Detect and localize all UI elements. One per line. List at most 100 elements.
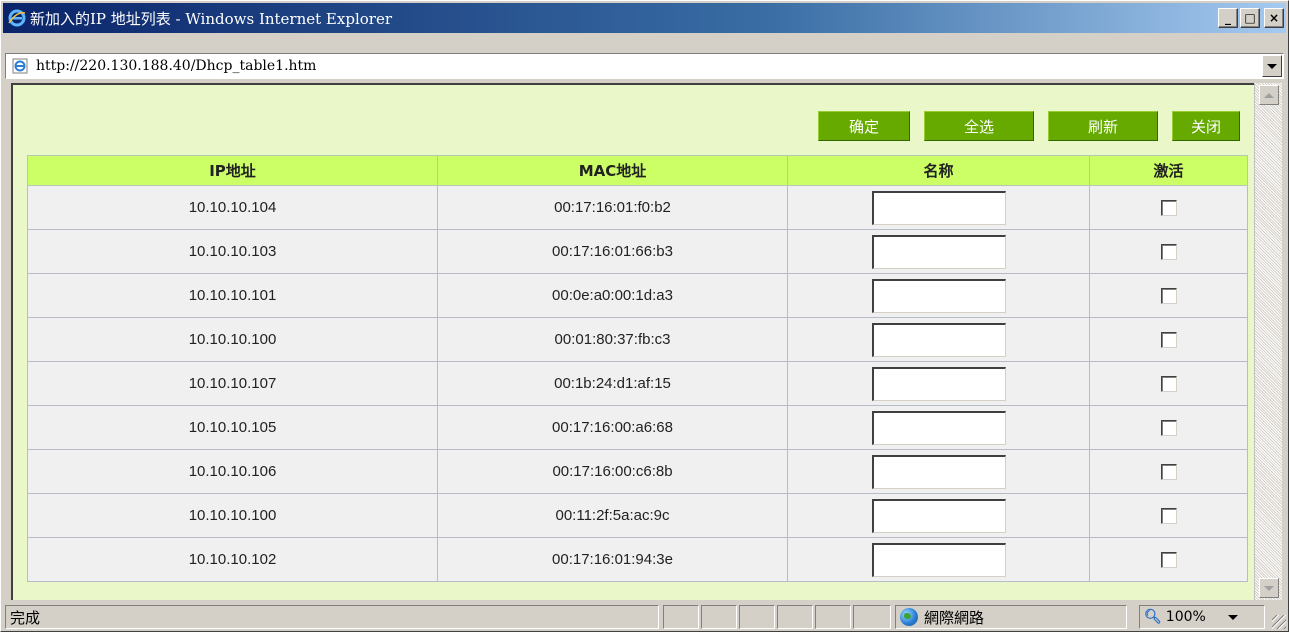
ip-cell: 10.10.10.104	[27, 185, 438, 230]
title-bar[interactable]: 新加入的IP 地址列表 - Windows Internet Explorer …	[3, 3, 1286, 33]
status-pane	[739, 605, 775, 629]
security-zone[interactable]: 網際網路	[895, 605, 1127, 629]
active-checkbox[interactable]	[1160, 200, 1177, 217]
mac-cell: 00:17:16:01:94:3e	[437, 537, 788, 582]
name-cell	[787, 273, 1090, 318]
active-checkbox[interactable]	[1160, 552, 1177, 569]
maximize-button[interactable]: □	[1240, 8, 1260, 28]
close-window-button[interactable]: ×	[1264, 8, 1284, 28]
active-cell	[1089, 493, 1248, 538]
name-cell	[787, 361, 1090, 406]
maximize-icon: □	[1244, 11, 1256, 25]
globe-icon	[900, 608, 918, 626]
resize-grip[interactable]	[1272, 615, 1286, 629]
active-cell	[1089, 229, 1248, 274]
mac-cell: 00:17:16:01:f0:b2	[437, 185, 788, 230]
ip-cell: 10.10.10.105	[27, 405, 438, 450]
ip-cell: 10.10.10.100	[27, 493, 438, 538]
mac-cell: 00:01:80:37:fb:c3	[437, 317, 788, 362]
name-cell	[787, 405, 1090, 450]
url-text[interactable]: http://220.130.188.40/Dhcp_table1.htm	[36, 58, 316, 74]
minimize-icon: _	[1225, 11, 1231, 25]
status-pane	[701, 605, 737, 629]
confirm-button[interactable]: 确定	[818, 111, 910, 141]
active-checkbox[interactable]	[1160, 376, 1177, 393]
window-title: 新加入的IP 地址列表 - Windows Internet Explorer	[30, 9, 392, 28]
header-name: 名称	[787, 155, 1090, 186]
ip-cell: 10.10.10.102	[27, 537, 438, 582]
name-input[interactable]	[871, 498, 1006, 533]
name-input[interactable]	[871, 542, 1006, 577]
ip-cell: 10.10.10.100	[27, 317, 438, 362]
status-text: 完成	[5, 605, 659, 629]
dhcp-table: IP地址 MAC地址 名称 激活 10.10.10.104 00:17:16:0…	[27, 155, 1248, 582]
mac-cell: 00:11:2f:5a:ac:9c	[437, 493, 788, 538]
chevron-down-icon	[1264, 585, 1274, 591]
status-pane	[853, 605, 891, 629]
close-button[interactable]: 关闭	[1172, 111, 1240, 141]
name-cell	[787, 317, 1090, 362]
minimize-button[interactable]: _	[1218, 8, 1238, 28]
table-header-row: IP地址 MAC地址 名称 激活	[27, 155, 1248, 186]
header-mac: MAC地址	[437, 155, 788, 186]
active-checkbox[interactable]	[1160, 464, 1177, 481]
zone-text: 網際網路	[924, 608, 985, 627]
zoom-text: 100%	[1165, 609, 1206, 625]
scroll-up-button[interactable]	[1259, 85, 1279, 105]
name-cell	[787, 537, 1090, 582]
zoom-control[interactable]: 🔍︎ 100%	[1139, 605, 1265, 629]
table-row: 10.10.10.101 00:0e:a0:00:1d:a3	[27, 273, 1248, 318]
address-bar[interactable]: http://220.130.188.40/Dhcp_table1.htm	[5, 53, 1284, 79]
status-pane	[777, 605, 813, 629]
name-input[interactable]	[871, 322, 1006, 357]
zoom-icon: 🔍︎	[1144, 609, 1162, 625]
name-cell	[787, 229, 1090, 274]
name-input[interactable]	[871, 278, 1006, 313]
name-input[interactable]	[871, 234, 1006, 269]
table-row: 10.10.10.102 00:17:16:01:94:3e	[27, 537, 1248, 582]
name-cell	[787, 449, 1090, 494]
ip-cell: 10.10.10.103	[27, 229, 438, 274]
caption-buttons: _ □ ×	[1216, 8, 1284, 28]
address-dropdown-button[interactable]	[1262, 55, 1282, 77]
name-input[interactable]	[871, 454, 1006, 489]
table-row: 10.10.10.100 00:01:80:37:fb:c3	[27, 317, 1248, 362]
name-input[interactable]	[871, 410, 1006, 445]
zoom-dropdown-icon[interactable]	[1227, 614, 1238, 620]
name-input[interactable]	[871, 366, 1006, 401]
active-checkbox[interactable]	[1160, 244, 1177, 261]
name-cell	[787, 493, 1090, 538]
status-pane	[815, 605, 851, 629]
mac-cell: 00:17:16:00:c6:8b	[437, 449, 788, 494]
active-checkbox[interactable]	[1160, 332, 1177, 349]
browser-window: 新加入的IP 地址列表 - Windows Internet Explorer …	[0, 0, 1289, 632]
active-checkbox[interactable]	[1160, 288, 1177, 305]
ie-logo-icon	[8, 9, 26, 27]
table-row: 10.10.10.100 00:11:2f:5a:ac:9c	[27, 493, 1248, 538]
table-row: 10.10.10.105 00:17:16:00:a6:68	[27, 405, 1248, 450]
ip-cell: 10.10.10.106	[27, 449, 438, 494]
mac-cell: 00:17:16:01:66:b3	[437, 229, 788, 274]
scroll-down-button[interactable]	[1259, 578, 1279, 598]
name-input[interactable]	[871, 190, 1006, 225]
name-cell	[787, 185, 1090, 230]
header-active: 激活	[1089, 155, 1248, 186]
table-row: 10.10.10.106 00:17:16:00:c6:8b	[27, 449, 1248, 494]
vertical-scrollbar[interactable]	[1254, 83, 1282, 600]
active-cell	[1089, 449, 1248, 494]
refresh-button[interactable]: 刷新	[1048, 111, 1158, 141]
active-cell	[1089, 405, 1248, 450]
chevron-down-icon	[1267, 63, 1277, 69]
ip-cell: 10.10.10.101	[27, 273, 438, 318]
mac-cell: 00:17:16:00:a6:68	[437, 405, 788, 450]
active-cell	[1089, 185, 1248, 230]
page-icon	[12, 58, 28, 74]
ip-cell: 10.10.10.107	[27, 361, 438, 406]
header-ip: IP地址	[27, 155, 438, 186]
active-cell	[1089, 537, 1248, 582]
select-all-button[interactable]: 全选	[924, 111, 1034, 141]
table-row: 10.10.10.107 00:1b:24:d1:af:15	[27, 361, 1248, 406]
active-checkbox[interactable]	[1160, 508, 1177, 525]
mac-cell: 00:1b:24:d1:af:15	[437, 361, 788, 406]
active-checkbox[interactable]	[1160, 420, 1177, 437]
